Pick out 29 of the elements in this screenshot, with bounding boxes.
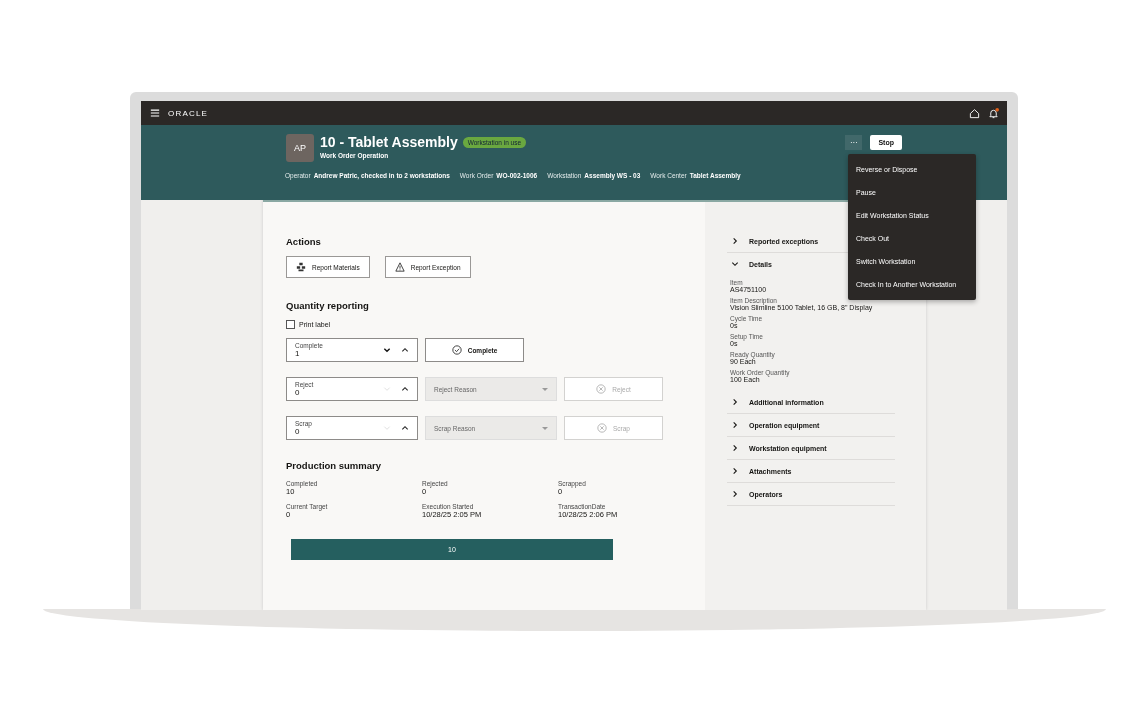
more-button[interactable]: ··· [845, 135, 863, 150]
section-title: Quantity reporting [286, 300, 370, 311]
avatar: AP [286, 134, 314, 162]
warning-icon [394, 262, 405, 272]
dropdown-arrow-icon [542, 387, 548, 391]
dropdown-arrow-icon [542, 426, 548, 430]
cancel-circle-icon [596, 384, 607, 394]
chevron-right-icon [731, 444, 739, 452]
section-title: Production summary [286, 460, 383, 471]
chevron-right-icon [731, 421, 739, 429]
increment-icon [401, 346, 409, 354]
chevron-right-icon [731, 490, 739, 498]
section-title: Actions [286, 236, 322, 247]
chevron-right-icon [731, 237, 739, 245]
page-title: 10 - Tablet Assembly [320, 134, 458, 150]
bell-icon[interactable] [988, 107, 999, 119]
increment-icon [401, 385, 409, 393]
checkbox[interactable] [286, 320, 295, 329]
increment-icon [401, 424, 409, 432]
chevron-right-icon [731, 467, 739, 475]
menu-icon[interactable] [150, 108, 160, 118]
chevron-down-icon [731, 260, 739, 268]
home-icon[interactable] [969, 107, 980, 119]
chevron-right-icon [731, 398, 739, 406]
decrement-icon[interactable] [383, 346, 391, 354]
cancel-circle-icon [597, 423, 607, 433]
boxes-icon [296, 262, 306, 272]
check-circle-icon [451, 345, 462, 355]
logo: ORACLE [168, 108, 209, 118]
